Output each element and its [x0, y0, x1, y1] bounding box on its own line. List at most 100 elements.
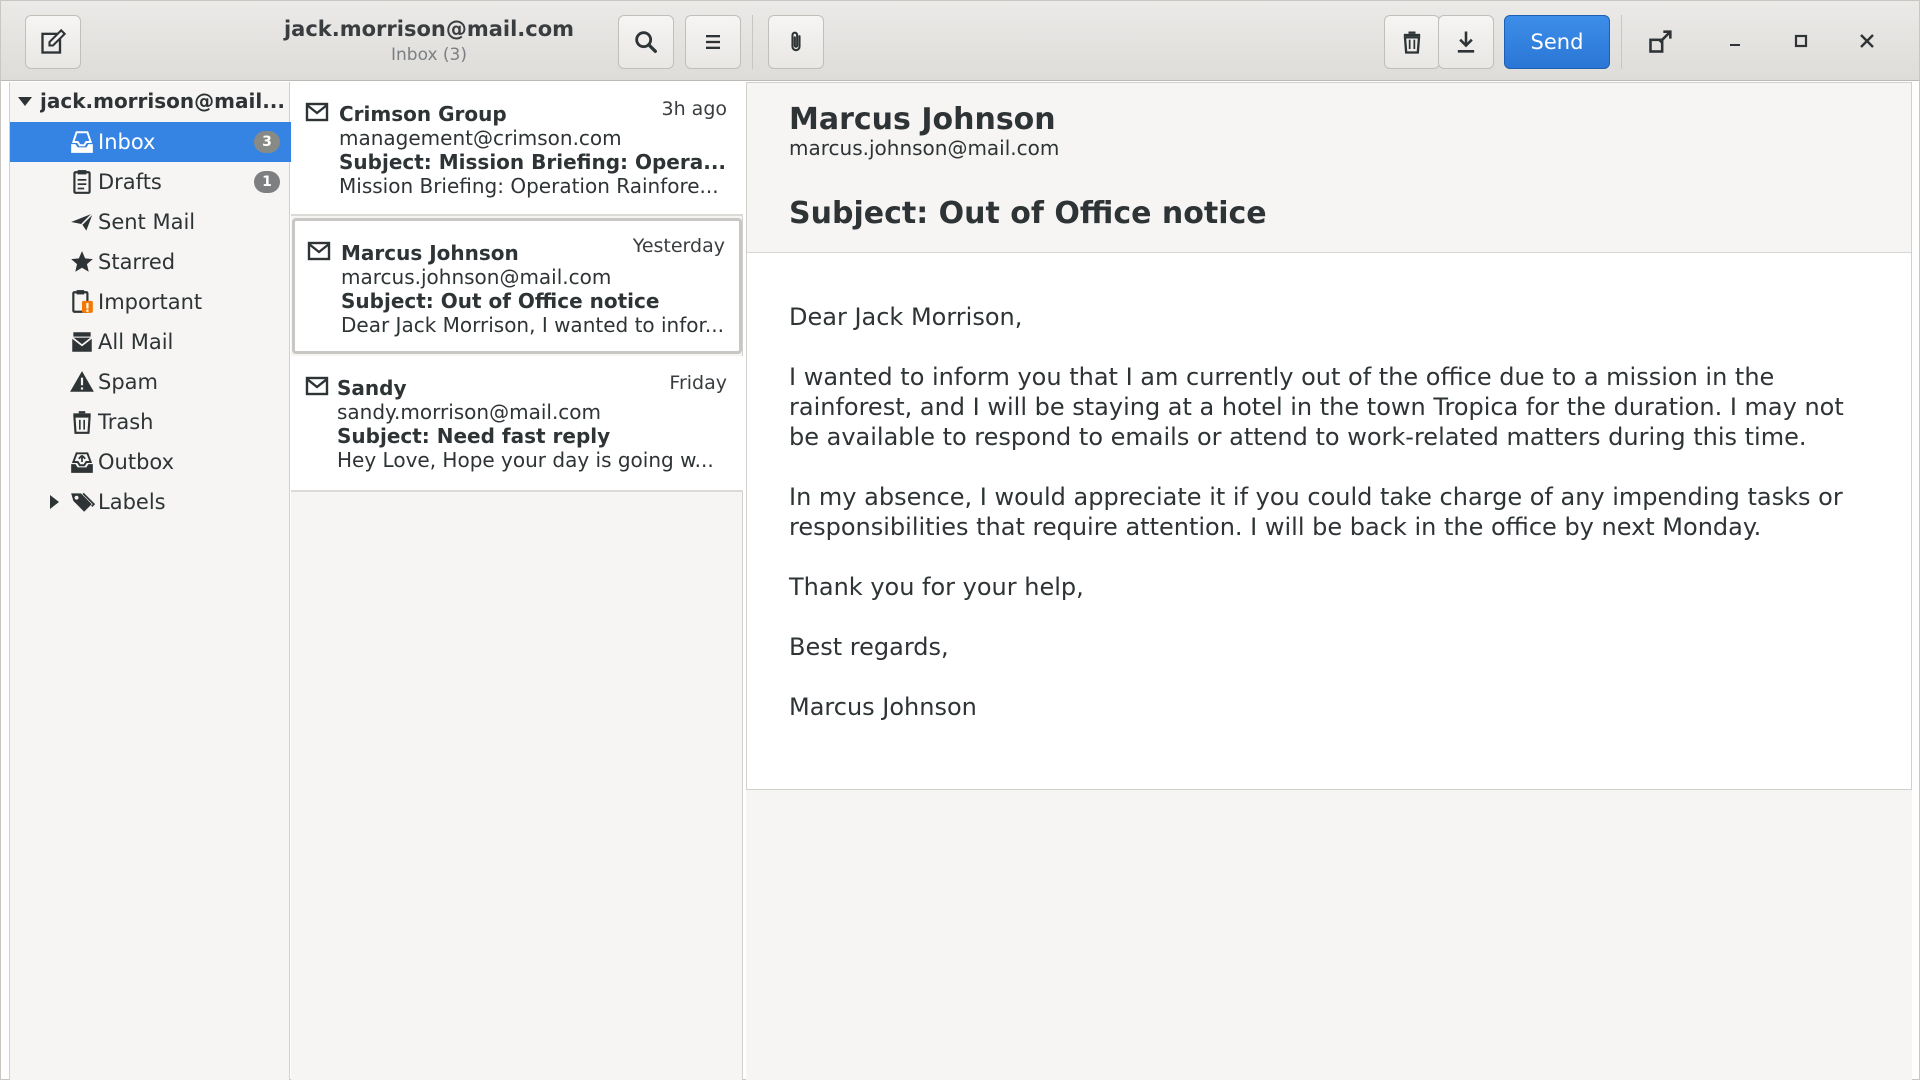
- body-paragraph: I wanted to inform you that I am current…: [789, 363, 1844, 451]
- message-list: Crimson Group 3h ago management@crimson.…: [291, 82, 743, 1080]
- menu-button[interactable]: [685, 15, 741, 69]
- message-preview: Mission Briefing: Operation Rainfore...: [339, 174, 719, 198]
- search-button[interactable]: [618, 15, 674, 69]
- minimize-button[interactable]: [1717, 23, 1753, 59]
- trash-icon: [1403, 31, 1421, 54]
- mail-window: jack.morrison@mail.com Inbox (3) Send ja…: [0, 0, 1920, 1080]
- close-icon: [1860, 34, 1874, 48]
- sidebar-item-outbox[interactable]: Outbox: [10, 442, 291, 482]
- outbox-icon: [68, 448, 96, 476]
- sent-icon: [68, 208, 96, 236]
- folder-label: Trash: [98, 410, 154, 434]
- message-sender: Sandy: [337, 376, 407, 400]
- download-button[interactable]: [1438, 15, 1494, 69]
- maximize-icon: [1794, 34, 1808, 48]
- message-sender: Marcus Johnson: [341, 241, 519, 265]
- separator: [752, 15, 753, 69]
- send-button[interactable]: Send: [1504, 15, 1610, 69]
- download-icon: [1457, 31, 1475, 53]
- account-row[interactable]: jack.morrison@mail...: [10, 82, 291, 120]
- message-subject: Subject: Out of Office notice: [341, 289, 660, 313]
- label-icon: [68, 488, 96, 516]
- sidebar-item-all-mail[interactable]: All Mail: [10, 322, 291, 362]
- trash-icon: [68, 408, 96, 436]
- compose-icon: [41, 28, 67, 54]
- folder-label: Drafts: [98, 170, 162, 194]
- spam-icon: [68, 368, 96, 396]
- star-icon: [68, 248, 96, 276]
- hamburger-menu-icon: [706, 35, 720, 49]
- search-icon: [635, 31, 657, 53]
- folder-label: Sent Mail: [98, 210, 196, 234]
- body-paragraph: Best regards,: [789, 633, 949, 661]
- message-preview: Dear Jack Morrison, I wanted to infor...: [341, 313, 724, 337]
- body-paragraph: In my absence, I would appreciate it if …: [789, 483, 1843, 541]
- popout-icon: [1649, 30, 1672, 53]
- expand-arrow-icon[interactable]: [50, 495, 59, 509]
- message-subject: Subject: Mission Briefing: Opera...: [339, 150, 727, 174]
- unread-count-badge: 3: [254, 131, 280, 153]
- folder-label: Outbox: [98, 450, 175, 474]
- folder-sidebar: jack.morrison@mail... Inbox 3 Drafts 1 S…: [9, 82, 291, 1080]
- body-paragraph: Dear Jack Morrison,: [789, 303, 1023, 331]
- message-subject: Subject: Need fast reply: [337, 424, 611, 448]
- inbox-icon: [68, 128, 96, 156]
- folder-label: Labels: [98, 490, 166, 514]
- sidebar-item-drafts[interactable]: Drafts 1: [10, 162, 291, 202]
- sender-email: marcus.johnson@mail.com: [789, 136, 1060, 160]
- message-header: Marcus Johnson marcus.johnson@mail.com S…: [747, 83, 1911, 253]
- sidebar-item-important[interactable]: Important: [10, 282, 291, 322]
- compose-button[interactable]: [25, 15, 81, 69]
- sidebar-item-sent-mail[interactable]: Sent Mail: [10, 202, 291, 242]
- folder-label: Important: [98, 290, 203, 314]
- sidebar-item-inbox[interactable]: Inbox 3: [10, 122, 291, 162]
- message-subject-heading: Subject: Out of Office notice: [789, 196, 1267, 231]
- delete-button[interactable]: [1384, 15, 1440, 69]
- folder-label: Spam: [98, 370, 158, 394]
- envelope-icon: [305, 376, 329, 396]
- message-email: management@crimson.com: [339, 126, 622, 150]
- header-bar: jack.morrison@mail.com Inbox (3) Send: [1, 1, 1919, 81]
- sidebar-item-labels[interactable]: Labels: [10, 482, 291, 522]
- reader-empty-area: [746, 790, 1912, 1080]
- message-preview: Hey Love, Hope your day is going w...: [337, 448, 714, 472]
- folder-status: Inbox (3): [390, 45, 467, 65]
- close-button[interactable]: [1849, 23, 1885, 59]
- message-email: sandy.morrison@mail.com: [337, 400, 602, 424]
- minimize-icon: [1730, 44, 1740, 46]
- message-row[interactable]: Crimson Group 3h ago management@crimson.…: [291, 82, 743, 216]
- sidebar-item-starred[interactable]: Starred: [10, 242, 291, 282]
- message-reader: Marcus Johnson marcus.johnson@mail.com S…: [746, 82, 1912, 790]
- drafts-icon: [68, 168, 96, 196]
- folder-label: All Mail: [98, 330, 174, 354]
- separator: [1621, 15, 1622, 69]
- message-row-selected[interactable]: Marcus Johnson Yesterday marcus.johnson@…: [292, 218, 742, 354]
- expand-triangle-icon[interactable]: [18, 96, 32, 106]
- message-time: Friday: [669, 372, 727, 394]
- sender-name: Marcus Johnson: [789, 102, 1056, 137]
- message-time: Yesterday: [632, 235, 725, 257]
- important-icon: [68, 288, 96, 316]
- sidebar-item-trash[interactable]: Trash: [10, 402, 291, 442]
- window-title: jack.morrison@mail.com Inbox (3): [249, 15, 609, 67]
- body-paragraph: Marcus Johnson: [789, 693, 977, 721]
- envelope-icon: [307, 241, 331, 261]
- popout-button[interactable]: [1641, 21, 1681, 61]
- message-time: 3h ago: [661, 98, 728, 120]
- folder-label: Inbox: [98, 130, 156, 154]
- message-body: Dear Jack Morrison, I wanted to inform y…: [789, 302, 1879, 752]
- attach-button[interactable]: [768, 15, 824, 69]
- account-label: jack.morrison@mail...: [40, 89, 285, 113]
- sidebar-item-spam[interactable]: Spam: [10, 362, 291, 402]
- account-email-title: jack.morrison@mail.com: [283, 17, 575, 41]
- draft-count-badge: 1: [254, 171, 280, 193]
- message-row[interactable]: Sandy Friday sandy.morrison@mail.com Sub…: [291, 356, 743, 492]
- body-paragraph: Thank you for your help,: [789, 573, 1084, 601]
- message-sender: Crimson Group: [339, 102, 507, 126]
- all-mail-icon: [68, 328, 96, 356]
- folder-label: Starred: [98, 250, 176, 274]
- paperclip-icon: [791, 31, 801, 52]
- maximize-button[interactable]: [1783, 23, 1819, 59]
- message-email: marcus.johnson@mail.com: [341, 265, 612, 289]
- envelope-icon: [305, 102, 329, 122]
